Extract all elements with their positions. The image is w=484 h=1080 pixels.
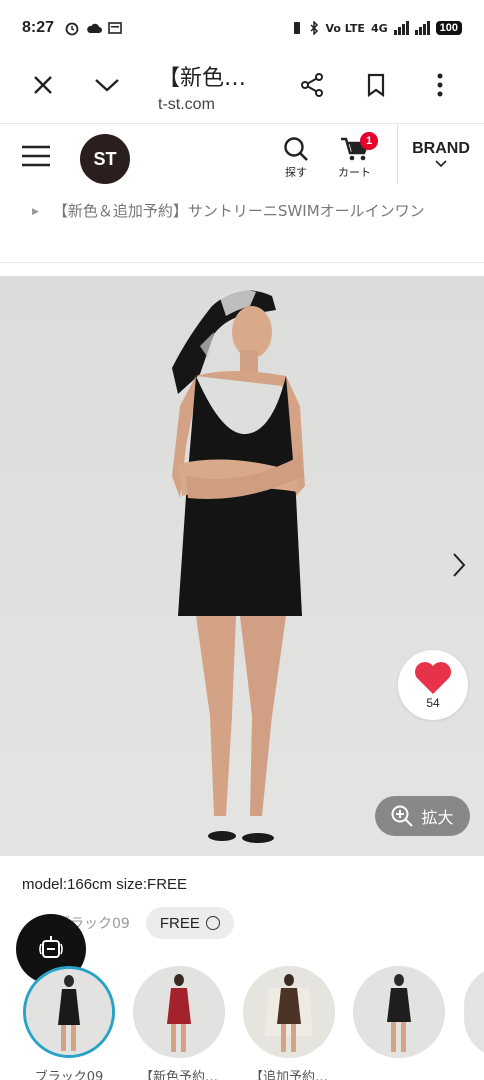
favorite-button[interactable]: 54 xyxy=(398,650,468,720)
chevron-down-icon xyxy=(95,79,119,92)
divider xyxy=(0,262,484,263)
chevron-down-icon xyxy=(435,160,447,168)
breadcrumb: ▶ 【新色＆追加予約】サントリーニSWIMオールインワン xyxy=(22,198,462,225)
availability-circle-icon xyxy=(205,916,220,930)
page-title-area[interactable]: 【新色… t-st.com xyxy=(158,60,246,114)
color-thumbnail-partial[interactable] xyxy=(464,966,484,1058)
battery-indicator: 100 xyxy=(435,21,462,35)
share-icon xyxy=(301,73,323,97)
thumbnail-image xyxy=(353,966,445,1058)
chevron-right-icon xyxy=(453,553,466,577)
hamburger-menu-button[interactable] xyxy=(22,145,50,171)
thumbnail-label: ブラック09 xyxy=(34,1070,104,1080)
zoom-in-icon xyxy=(391,805,414,827)
site-logo[interactable]: ST xyxy=(80,134,130,184)
menu-icon xyxy=(22,145,50,167)
status-bar: 8:27 Vo LTE 4G 100 xyxy=(0,0,484,56)
close-tab-button[interactable] xyxy=(29,71,57,99)
more-vertical-icon xyxy=(437,73,443,97)
zoom-button[interactable]: 拡大 xyxy=(375,796,470,836)
color-thumbnail[interactable]: 【追加予約… xyxy=(242,966,336,1080)
browser-toolbar: 【新色… t-st.com xyxy=(0,56,484,124)
search-icon xyxy=(284,137,308,161)
search-button[interactable]: 探す xyxy=(283,136,309,180)
product-image-carousel[interactable]: 54 拡大 xyxy=(0,276,484,856)
vibrate-icon xyxy=(294,22,301,34)
breadcrumb-current: 【新色＆追加予約】サントリーニSWIMオールインワン xyxy=(52,202,425,220)
page-url: t-st.com xyxy=(158,96,215,113)
alarm-icon xyxy=(65,22,79,36)
zoom-label: 拡大 xyxy=(421,808,454,827)
more-menu-button[interactable] xyxy=(426,71,454,99)
network-type: Vo LTE xyxy=(325,21,365,35)
signal-icon xyxy=(393,21,409,35)
product-photo xyxy=(0,276,484,856)
page-title: 【新色… xyxy=(158,66,247,91)
signal-type: 4G xyxy=(370,21,388,35)
chat-bot-icon xyxy=(39,936,63,958)
bluetooth-icon xyxy=(310,21,319,35)
thumbnail-image xyxy=(133,966,225,1058)
collapse-button[interactable] xyxy=(93,71,121,99)
cart-button[interactable]: 1 カート xyxy=(338,132,378,180)
next-image-button[interactable] xyxy=(452,552,466,582)
color-thumbnail[interactable]: ブラック09 xyxy=(22,966,116,1080)
search-label: 探す xyxy=(285,166,307,179)
favorite-count: 54 xyxy=(426,695,440,710)
status-system-icons: Vo LTE 4G 100 xyxy=(291,21,462,35)
color-thumbnail-list: ブラック09 【新色予約… 【追加予約… xyxy=(22,966,446,1080)
bookmark-button[interactable] xyxy=(362,71,390,99)
size-label: FREE xyxy=(159,914,200,932)
cart-label: カート xyxy=(338,166,371,179)
heart-icon xyxy=(415,661,451,694)
share-button[interactable] xyxy=(298,71,326,99)
site-header: ST 探す 1 カート BRAND xyxy=(0,124,484,192)
cart-count-badge: 1 xyxy=(360,132,378,150)
cloud-icon xyxy=(87,23,103,33)
bookmark-icon xyxy=(367,73,385,97)
thumbnail-label: 【追加予約… xyxy=(249,1070,328,1080)
thumbnail-image xyxy=(23,966,115,1058)
thumbnail-image xyxy=(243,966,335,1058)
close-icon xyxy=(34,76,52,94)
size-chip[interactable]: FREE xyxy=(145,907,234,939)
breadcrumb-arrow-icon: ▶ xyxy=(32,206,39,217)
color-thumbnail[interactable]: 【新色予約… xyxy=(132,966,226,1080)
signal-icon-2 xyxy=(414,21,430,35)
logo-text: ST xyxy=(93,148,117,169)
color-thumbnail[interactable] xyxy=(352,966,446,1080)
brand-menu-button[interactable]: BRAND xyxy=(397,124,484,184)
news-icon xyxy=(108,22,122,34)
model-info: model:166cm size:FREE xyxy=(22,876,188,893)
status-time: 8:27 xyxy=(22,19,55,36)
status-notification-icons xyxy=(64,20,122,36)
thumbnail-label: 【新色予約… xyxy=(139,1070,218,1080)
brand-label: BRAND xyxy=(412,140,470,157)
